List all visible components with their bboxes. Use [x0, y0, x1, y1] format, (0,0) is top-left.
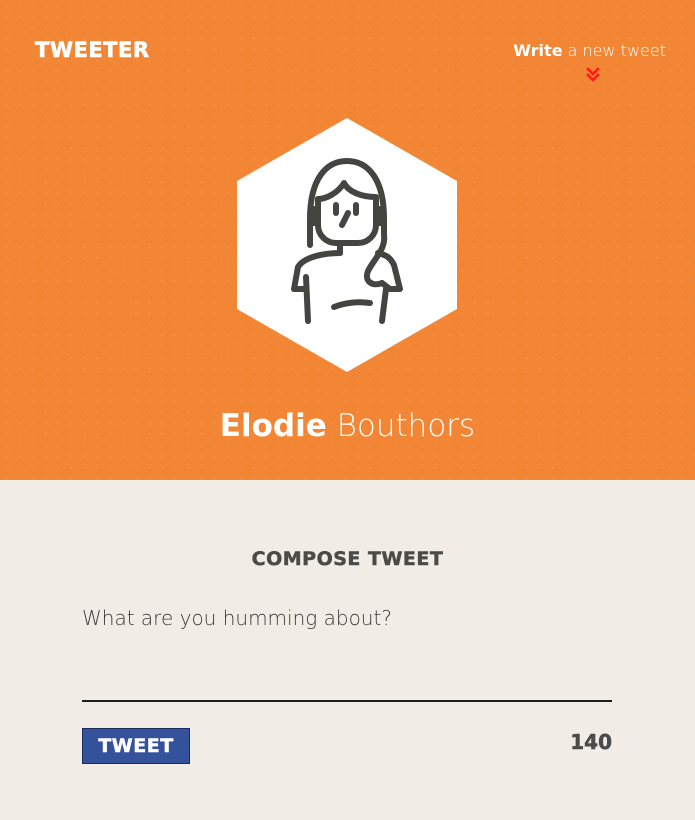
write-link-rest: a new tweet	[562, 41, 666, 60]
write-new-tweet-link[interactable]: Write a new tweet	[513, 40, 666, 62]
profile-name: Elodie Bouthors	[0, 404, 695, 448]
profile-last-name: Bouthors	[326, 408, 476, 444]
avatar	[237, 118, 457, 372]
tweet-button[interactable]: Tweet	[82, 728, 190, 764]
tweet-textarea[interactable]	[82, 600, 612, 702]
profile-header: Tweeter Write a new tweet	[0, 0, 695, 480]
char-counter: 140	[570, 730, 612, 755]
compose-title: Compose Tweet	[251, 548, 444, 571]
write-link-bold: Write	[513, 41, 563, 60]
brand-logo[interactable]: Tweeter	[35, 36, 150, 64]
double-chevron-down-icon[interactable]	[586, 67, 600, 83]
page: Tweeter Write a new tweet	[0, 0, 695, 820]
profile-first-name: Elodie	[219, 408, 327, 444]
